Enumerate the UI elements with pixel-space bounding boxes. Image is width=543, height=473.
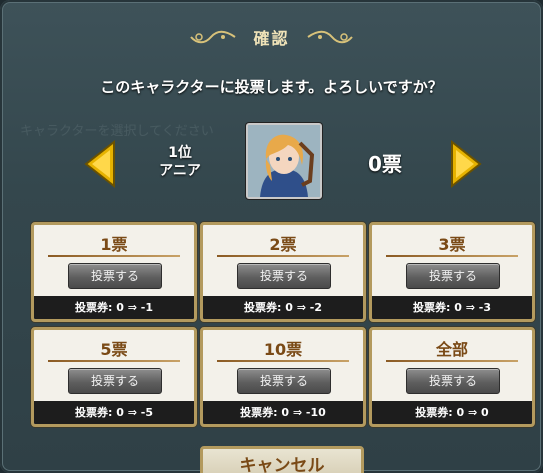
- dialog-title: 確認: [253, 29, 290, 48]
- vote-card-1: 1票 投票する 投票券: 0 ⇒ -1: [31, 222, 197, 322]
- title-bar: 確認: [0, 22, 543, 52]
- ornament-left-icon: [190, 30, 237, 44]
- vote-card-5: 5票 投票する 投票券: 0 ⇒ -5: [31, 327, 197, 427]
- vote-card-10: 10票 投票する 投票券: 0 ⇒ -10: [200, 327, 366, 427]
- character-portrait-image: [248, 125, 320, 197]
- character-rank-block: 1位 アニア: [140, 144, 220, 180]
- character-portrait: [246, 123, 322, 199]
- vote-button[interactable]: 投票する: [237, 263, 331, 289]
- ticket-info: 投票券: 0 ⇒ -1: [34, 296, 194, 319]
- cancel-button[interactable]: キャンセル: [200, 446, 364, 473]
- ticket-info: 投票券: 0 ⇒ -3: [372, 296, 532, 319]
- vote-button[interactable]: 投票する: [406, 368, 500, 394]
- divider: [217, 255, 349, 257]
- ornament-right-icon: [306, 30, 353, 44]
- character-rank: 1位: [168, 145, 192, 161]
- vote-confirm-dialog: キャラクターを選択してください 確認 このキャラクターに投票します。よろしいです…: [0, 0, 543, 473]
- watermark-subtitle: キャラクターを選択してください: [20, 124, 214, 139]
- confirm-question: このキャラクターに投票します。よろしいですか？: [100, 78, 443, 96]
- vote-amount: 全部: [435, 340, 468, 359]
- ticket-info: 投票券: 0 ⇒ -2: [203, 296, 363, 319]
- current-votes: 0票: [368, 152, 402, 176]
- divider: [48, 255, 180, 257]
- divider: [48, 360, 180, 362]
- vote-button[interactable]: 投票する: [406, 263, 500, 289]
- ticket-info: 投票券: 0 ⇒ -5: [34, 401, 194, 424]
- vote-button[interactable]: 投票する: [68, 368, 162, 394]
- ticket-info: 投票券: 0 ⇒ -10: [203, 401, 363, 424]
- vote-amount: 1票: [100, 235, 128, 254]
- prev-character-arrow-icon[interactable]: [82, 138, 118, 190]
- vote-button[interactable]: 投票する: [68, 263, 162, 289]
- character-name: アニア: [159, 163, 201, 179]
- vote-card-all: 全部 投票する 投票券: 0 ⇒ 0: [369, 327, 535, 427]
- vote-amount: 2票: [269, 235, 297, 254]
- vote-card-3: 3票 投票する 投票券: 0 ⇒ -3: [369, 222, 535, 322]
- divider: [217, 360, 349, 362]
- next-character-arrow-icon[interactable]: [448, 138, 484, 190]
- vote-amount: 3票: [438, 235, 466, 254]
- divider: [386, 360, 518, 362]
- vote-button[interactable]: 投票する: [237, 368, 331, 394]
- vote-amount: 5票: [100, 340, 128, 359]
- vote-card-2: 2票 投票する 投票券: 0 ⇒ -2: [200, 222, 366, 322]
- divider: [386, 255, 518, 257]
- ticket-info: 投票券: 0 ⇒ 0: [372, 401, 532, 424]
- vote-amount: 10票: [263, 340, 303, 359]
